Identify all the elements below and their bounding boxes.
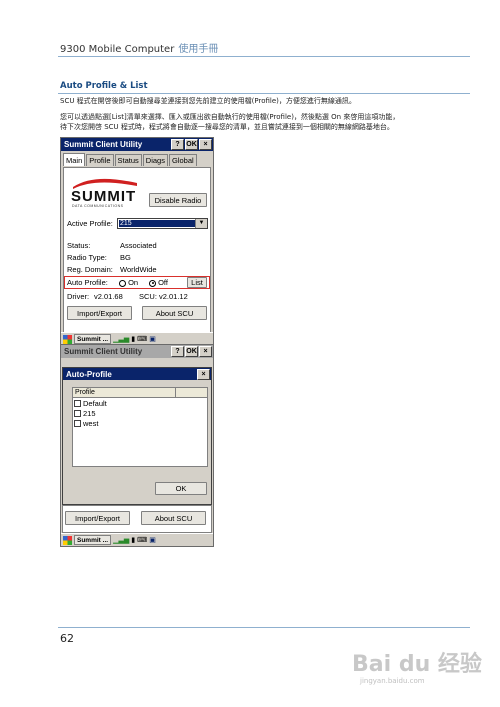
window-title: Summit Client Utility xyxy=(64,347,143,356)
help-button[interactable]: ? xyxy=(171,346,184,357)
profile-name: west xyxy=(83,418,99,428)
about-scu-button[interactable]: About SCU xyxy=(142,306,207,320)
about-scu-button[interactable]: About SCU xyxy=(141,511,206,525)
active-profile-combo[interactable]: 215 ▼ xyxy=(117,218,208,229)
auto-profile-on[interactable]: On xyxy=(119,278,138,287)
screenshot-main-tab: Summit Client Utility ? OK × Main Profil… xyxy=(60,137,214,346)
windows-icon[interactable]: ▣ xyxy=(149,536,156,544)
radio-type-value: BG xyxy=(120,253,131,262)
signal-icon: ▁▃▅ xyxy=(113,336,130,343)
profile-list: Profile Default 215 west xyxy=(72,387,208,467)
auto-profile-label: Auto Profile: xyxy=(67,278,108,287)
close-button[interactable]: × xyxy=(199,139,212,150)
windows-start-icon[interactable] xyxy=(63,535,72,545)
profile-column-header[interactable]: Profile xyxy=(75,388,176,397)
radio-on-icon[interactable] xyxy=(119,279,126,287)
logo-subtext: DATA COMMUNICATIONS xyxy=(72,204,124,208)
taskbar: Summit ... ▁▃▅ ▮ ⌨ ▣ xyxy=(61,533,213,546)
radio-type-label: Radio Type: xyxy=(67,253,107,262)
driver-label: Driver: xyxy=(67,292,90,301)
list-item[interactable]: 215 xyxy=(73,408,207,418)
title-bar-inactive: Summit Client Utility ? OK × xyxy=(61,345,213,358)
reg-domain-label: Reg. Domain: xyxy=(67,265,113,274)
active-profile-value: 215 xyxy=(119,220,196,227)
checkbox-icon[interactable] xyxy=(74,409,81,417)
profile-list-header: Profile xyxy=(73,388,207,398)
dialog-close-button[interactable]: × xyxy=(197,369,210,380)
watermark-logo: Bai du 经验 xyxy=(352,652,482,677)
disable-radio-button[interactable]: Disable Radio xyxy=(149,193,207,207)
tab-strip: Main Profile Status Diags Global xyxy=(63,153,198,166)
reg-domain-value: WorldWide xyxy=(120,265,157,274)
windows-start-icon[interactable] xyxy=(63,334,72,344)
tab-status[interactable]: Status xyxy=(114,154,142,166)
checkbox-icon[interactable] xyxy=(74,399,81,407)
section-rule xyxy=(58,93,470,94)
dialog-title-bar: Auto-Profile × xyxy=(63,368,211,380)
paragraph-1: SCU 程式在開啓後即可自動搜尋並連接到您先前建立的使用檔(Profile)，方… xyxy=(60,97,356,105)
help-button[interactable]: ? xyxy=(171,139,184,150)
battery-icon: ▮ xyxy=(131,336,136,343)
signal-icon: ▁▃▅ xyxy=(113,537,130,544)
lower-panel: Import/Export About SCU xyxy=(62,505,212,533)
import-export-button[interactable]: Import/Export xyxy=(67,306,132,320)
ok-button[interactable]: OK xyxy=(185,346,198,357)
taskbar-app-button[interactable]: Summit ... xyxy=(74,334,112,344)
keyboard-icon[interactable]: ⌨ xyxy=(137,536,147,544)
paragraph-2b: 待下次您開啓 SCU 程式時，程式將會自動逐一搜尋您的清單，並且嘗試連接到一個相… xyxy=(60,123,394,131)
footer-rule xyxy=(58,627,470,628)
dialog-ok-button[interactable]: OK xyxy=(155,482,207,495)
radio-off-selected-icon[interactable] xyxy=(149,279,156,287)
paragraph-2a: 您可以透過點選[List]清單來選擇、匯入或匯出欲自動執行的使用檔(Profil… xyxy=(60,113,400,121)
scu-value: v2.01.12 xyxy=(159,292,188,301)
battery-icon: ▮ xyxy=(131,537,136,544)
tab-diags[interactable]: Diags xyxy=(142,154,168,166)
tab-profile[interactable]: Profile xyxy=(86,154,114,166)
checkbox-icon[interactable] xyxy=(74,419,81,427)
driver-value: v2.01.68 xyxy=(94,292,123,301)
dialog-title: Auto-Profile xyxy=(66,369,112,379)
chevron-down-icon[interactable]: ▼ xyxy=(195,219,207,228)
taskbar-app-button[interactable]: Summit ... xyxy=(74,535,112,545)
title-bar: Summit Client Utility ? OK × xyxy=(61,138,213,151)
list-button[interactable]: List xyxy=(187,277,207,288)
status-value: Associated xyxy=(120,241,157,250)
window-title: Summit Client Utility xyxy=(64,140,143,149)
keyboard-icon[interactable]: ⌨ xyxy=(137,335,147,343)
on-label: On xyxy=(128,278,139,287)
import-export-button[interactable]: Import/Export xyxy=(65,511,130,525)
watermark-url: jingyan.baidu.com xyxy=(360,677,425,685)
main-panel: SUMMIT DATA COMMUNICATIONS Disable Radio… xyxy=(63,167,211,345)
active-profile-label: Active Profile: xyxy=(67,219,113,228)
ok-button[interactable]: OK xyxy=(185,139,198,150)
screenshot-auto-profile: Summit Client Utility ? OK × Auto-Profil… xyxy=(60,344,214,547)
auto-profile-off[interactable]: Off xyxy=(149,278,168,287)
tab-global[interactable]: Global xyxy=(168,154,197,166)
off-label: Off xyxy=(158,278,168,287)
logo-text: SUMMIT xyxy=(71,188,137,205)
close-button[interactable]: × xyxy=(199,346,212,357)
header-subtitle: 使用手冊 xyxy=(178,44,219,55)
list-item[interactable]: west xyxy=(73,418,207,428)
scu-label: SCU: xyxy=(139,292,157,301)
status-label: Status: xyxy=(67,241,91,250)
page-number: 62 xyxy=(60,632,74,645)
page-header: 9300 Mobile Computer 使用手冊 xyxy=(60,40,218,55)
header-title: 9300 Mobile Computer xyxy=(60,44,175,55)
profile-name: Default xyxy=(83,398,107,408)
section-title: Auto Profile & List xyxy=(60,81,148,91)
auto-profile-dialog: Auto-Profile × Profile Default 215 west … xyxy=(62,367,212,505)
tab-main[interactable]: Main xyxy=(63,153,86,166)
profile-name: 215 xyxy=(83,408,96,418)
header-rule xyxy=(58,56,470,57)
windows-icon[interactable]: ▣ xyxy=(149,335,156,343)
list-item[interactable]: Default xyxy=(73,398,207,408)
summit-logo: SUMMIT DATA COMMUNICATIONS xyxy=(69,175,141,211)
